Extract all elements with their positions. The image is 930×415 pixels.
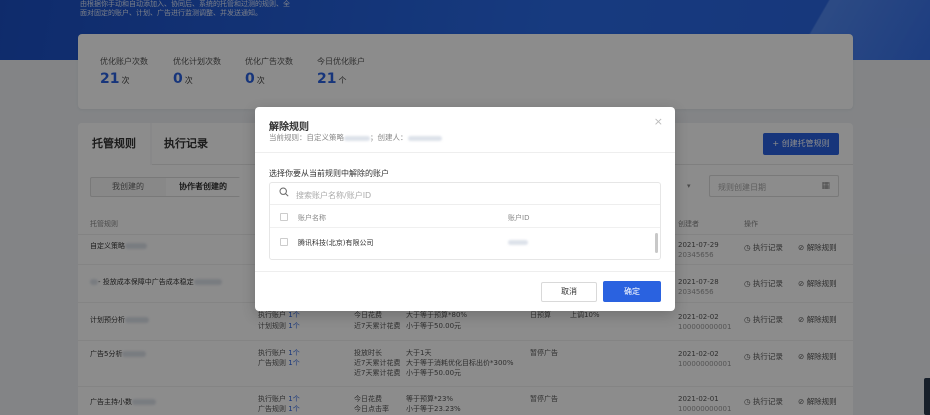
dialog-title: 解除规则: [269, 122, 309, 133]
account-list-header: 账户名称 账户ID: [270, 206, 660, 228]
list-item[interactable]: 腾讯科技(北京)有限公司: [270, 229, 660, 255]
account-list: 搜索账户名称/账户ID 账户名称 账户ID 腾讯科技(北京)有限公司: [269, 182, 661, 260]
confirm-button[interactable]: 确定: [603, 281, 661, 302]
select-all-checkbox[interactable]: [280, 213, 288, 221]
search-icon: [279, 187, 289, 197]
cancel-button[interactable]: 取消: [541, 282, 597, 302]
remove-rule-dialog: 解除规则 当前规则：自定义策略 ；创建人： × 选择你要从当前规则中解除的账户 搜…: [255, 107, 675, 311]
scrollbar[interactable]: [655, 233, 658, 253]
account-search[interactable]: 搜索账户名称/账户ID: [270, 183, 660, 205]
account-checkbox[interactable]: [280, 238, 288, 246]
dialog-prompt: 选择你要从当前规则中解除的账户: [269, 169, 389, 178]
search-input[interactable]: 搜索账户名称/账户ID: [296, 190, 371, 201]
dialog-subtitle: 当前规则：自定义策略 ；创建人：: [269, 132, 442, 143]
close-icon[interactable]: ×: [654, 115, 663, 128]
